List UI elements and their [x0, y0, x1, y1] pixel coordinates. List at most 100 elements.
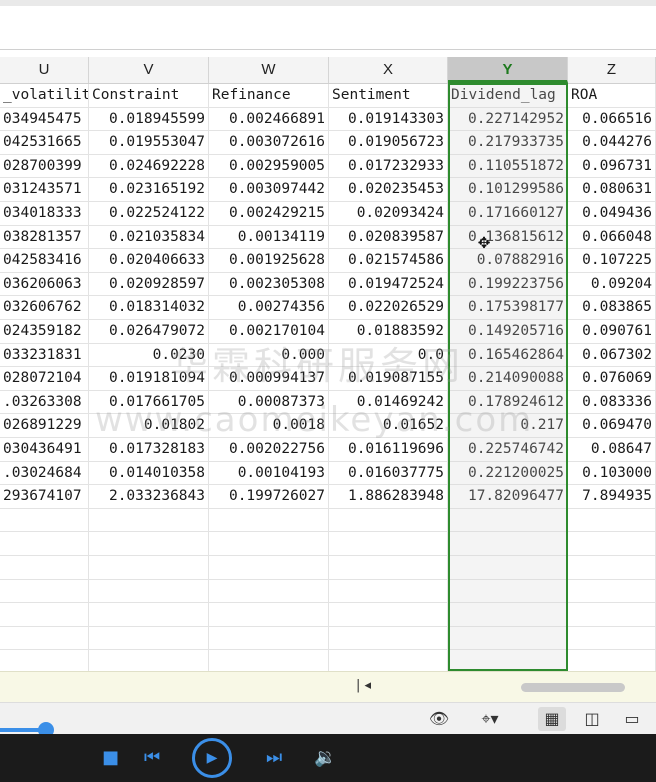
table-cell[interactable]: 0.090761	[568, 320, 656, 343]
table-cell[interactable]: 0.080631	[568, 178, 656, 202]
table-cell[interactable]: 0.002022756	[209, 438, 329, 461]
table-cell[interactable]	[89, 650, 209, 674]
table-cell[interactable]: 034018333	[0, 202, 89, 225]
normal-view-icon[interactable]: ▦	[538, 707, 566, 731]
stop-icon[interactable]: ■	[102, 744, 119, 772]
table-cell[interactable]	[89, 556, 209, 579]
table-cell[interactable]	[0, 508, 89, 532]
field-name-cell[interactable]: Constraint	[89, 84, 209, 107]
table-cell[interactable]	[209, 626, 329, 650]
table-cell[interactable]	[568, 556, 656, 579]
table-cell[interactable]: 0.083336	[568, 390, 656, 414]
table-cell[interactable]: .03024684	[0, 461, 89, 485]
table-cell[interactable]: 030436491	[0, 438, 89, 461]
field-name-cell[interactable]: Refinance	[209, 84, 329, 107]
table-cell[interactable]: 042583416	[0, 249, 89, 273]
table-cell[interactable]: 0.217933735	[448, 131, 568, 155]
table-cell[interactable]: 0.00274356	[209, 296, 329, 320]
table-cell[interactable]: 0.003097442	[209, 178, 329, 202]
table-cell[interactable]	[209, 650, 329, 674]
table-cell[interactable]	[329, 626, 448, 650]
table-cell[interactable]: 0.002466891	[209, 107, 329, 131]
table-cell[interactable]: 0.017328183	[89, 438, 209, 461]
table-cell[interactable]	[0, 579, 89, 603]
table-cell[interactable]: 0.09204	[568, 272, 656, 296]
table-cell[interactable]: .03263308	[0, 390, 89, 414]
table-cell[interactable]	[568, 579, 656, 603]
table-cell[interactable]: 034945475	[0, 107, 89, 131]
table-cell[interactable]: 7.894935	[568, 485, 656, 509]
table-cell[interactable]: 0.019143303	[329, 107, 448, 131]
table-cell[interactable]	[568, 508, 656, 532]
table-cell[interactable]: 0.019056723	[329, 131, 448, 155]
table-cell[interactable]: 0.175398177	[448, 296, 568, 320]
table-cell[interactable]: 0.001925628	[209, 249, 329, 273]
table-cell[interactable]	[0, 650, 89, 674]
column-header-w[interactable]: W	[209, 57, 329, 83]
table-cell[interactable]: 0.002429215	[209, 202, 329, 225]
table-cell[interactable]: 0.018945599	[89, 107, 209, 131]
table-cell[interactable]: 293674107	[0, 485, 89, 509]
table-cell[interactable]: 0.020839587	[329, 225, 448, 249]
table-cell[interactable]: 0.023165192	[89, 178, 209, 202]
table-cell[interactable]	[329, 532, 448, 556]
table-cell[interactable]: 0.018314032	[89, 296, 209, 320]
table-cell[interactable]: 0.149205716	[448, 320, 568, 343]
table-cell[interactable]: 0.101299586	[448, 178, 568, 202]
table-cell[interactable]	[448, 579, 568, 603]
table-cell[interactable]: 0.107225	[568, 249, 656, 273]
page-break-icon[interactable]: ▭	[618, 707, 646, 731]
table-cell[interactable]: 0.08647	[568, 438, 656, 461]
table-cell[interactable]	[209, 508, 329, 532]
table-cell[interactable]	[0, 603, 89, 627]
table-cell[interactable]: 0.016037775	[329, 461, 448, 485]
table-cell[interactable]: 17.82096477	[448, 485, 568, 509]
table-cell[interactable]	[448, 603, 568, 627]
table-cell[interactable]: 0.165462864	[448, 343, 568, 367]
page-layout-icon[interactable]: ◫	[578, 707, 606, 731]
table-cell[interactable]: 0.076069	[568, 367, 656, 391]
table-cell[interactable]: 028072104	[0, 367, 89, 391]
table-cell[interactable]: 0.221200025	[448, 461, 568, 485]
table-cell[interactable]: 0.021574586	[329, 249, 448, 273]
table-cell[interactable]	[89, 508, 209, 532]
table-cell[interactable]	[209, 556, 329, 579]
table-cell[interactable]: 0.07882916	[448, 249, 568, 273]
play-icon[interactable]: ▶	[192, 738, 232, 778]
table-cell[interactable]: 0.083865	[568, 296, 656, 320]
table-cell[interactable]	[568, 603, 656, 627]
table-cell[interactable]	[329, 556, 448, 579]
table-cell[interactable]: 0.016119696	[329, 438, 448, 461]
table-cell[interactable]	[89, 603, 209, 627]
table-cell[interactable]: 0.044276	[568, 131, 656, 155]
table-cell[interactable]: 038281357	[0, 225, 89, 249]
table-cell[interactable]	[329, 508, 448, 532]
table-cell[interactable]	[89, 579, 209, 603]
table-cell[interactable]: 0.049436	[568, 202, 656, 225]
horizontal-scrollbar-thumb[interactable]	[521, 683, 625, 692]
table-cell[interactable]: 024359182	[0, 320, 89, 343]
table-cell[interactable]: 0.069470	[568, 414, 656, 438]
table-cell[interactable]	[89, 626, 209, 650]
table-cell[interactable]: 0.020235453	[329, 178, 448, 202]
table-cell[interactable]: 031243571	[0, 178, 89, 202]
table-cell[interactable]: 0.021035834	[89, 225, 209, 249]
table-cell[interactable]: 0.199726027	[209, 485, 329, 509]
column-header-y[interactable]: Y	[448, 57, 568, 83]
table-cell[interactable]: 026891229	[0, 414, 89, 438]
table-cell[interactable]	[568, 626, 656, 650]
table-cell[interactable]: 0.225746742	[448, 438, 568, 461]
table-cell[interactable]	[568, 650, 656, 674]
table-cell[interactable]: 0.022524122	[89, 202, 209, 225]
crosshair-icon[interactable]: ⌖▾	[470, 707, 510, 731]
table-cell[interactable]: 042531665	[0, 131, 89, 155]
table-cell[interactable]: 0.020928597	[89, 272, 209, 296]
table-cell[interactable]: 0.022026529	[329, 296, 448, 320]
table-cell[interactable]	[448, 556, 568, 579]
table-cell[interactable]	[89, 532, 209, 556]
table-cell[interactable]: 0.00134119	[209, 225, 329, 249]
table-cell[interactable]: 0.020406633	[89, 249, 209, 273]
table-cell[interactable]	[448, 626, 568, 650]
table-cell[interactable]: 0.066516	[568, 107, 656, 131]
table-cell[interactable]	[448, 532, 568, 556]
